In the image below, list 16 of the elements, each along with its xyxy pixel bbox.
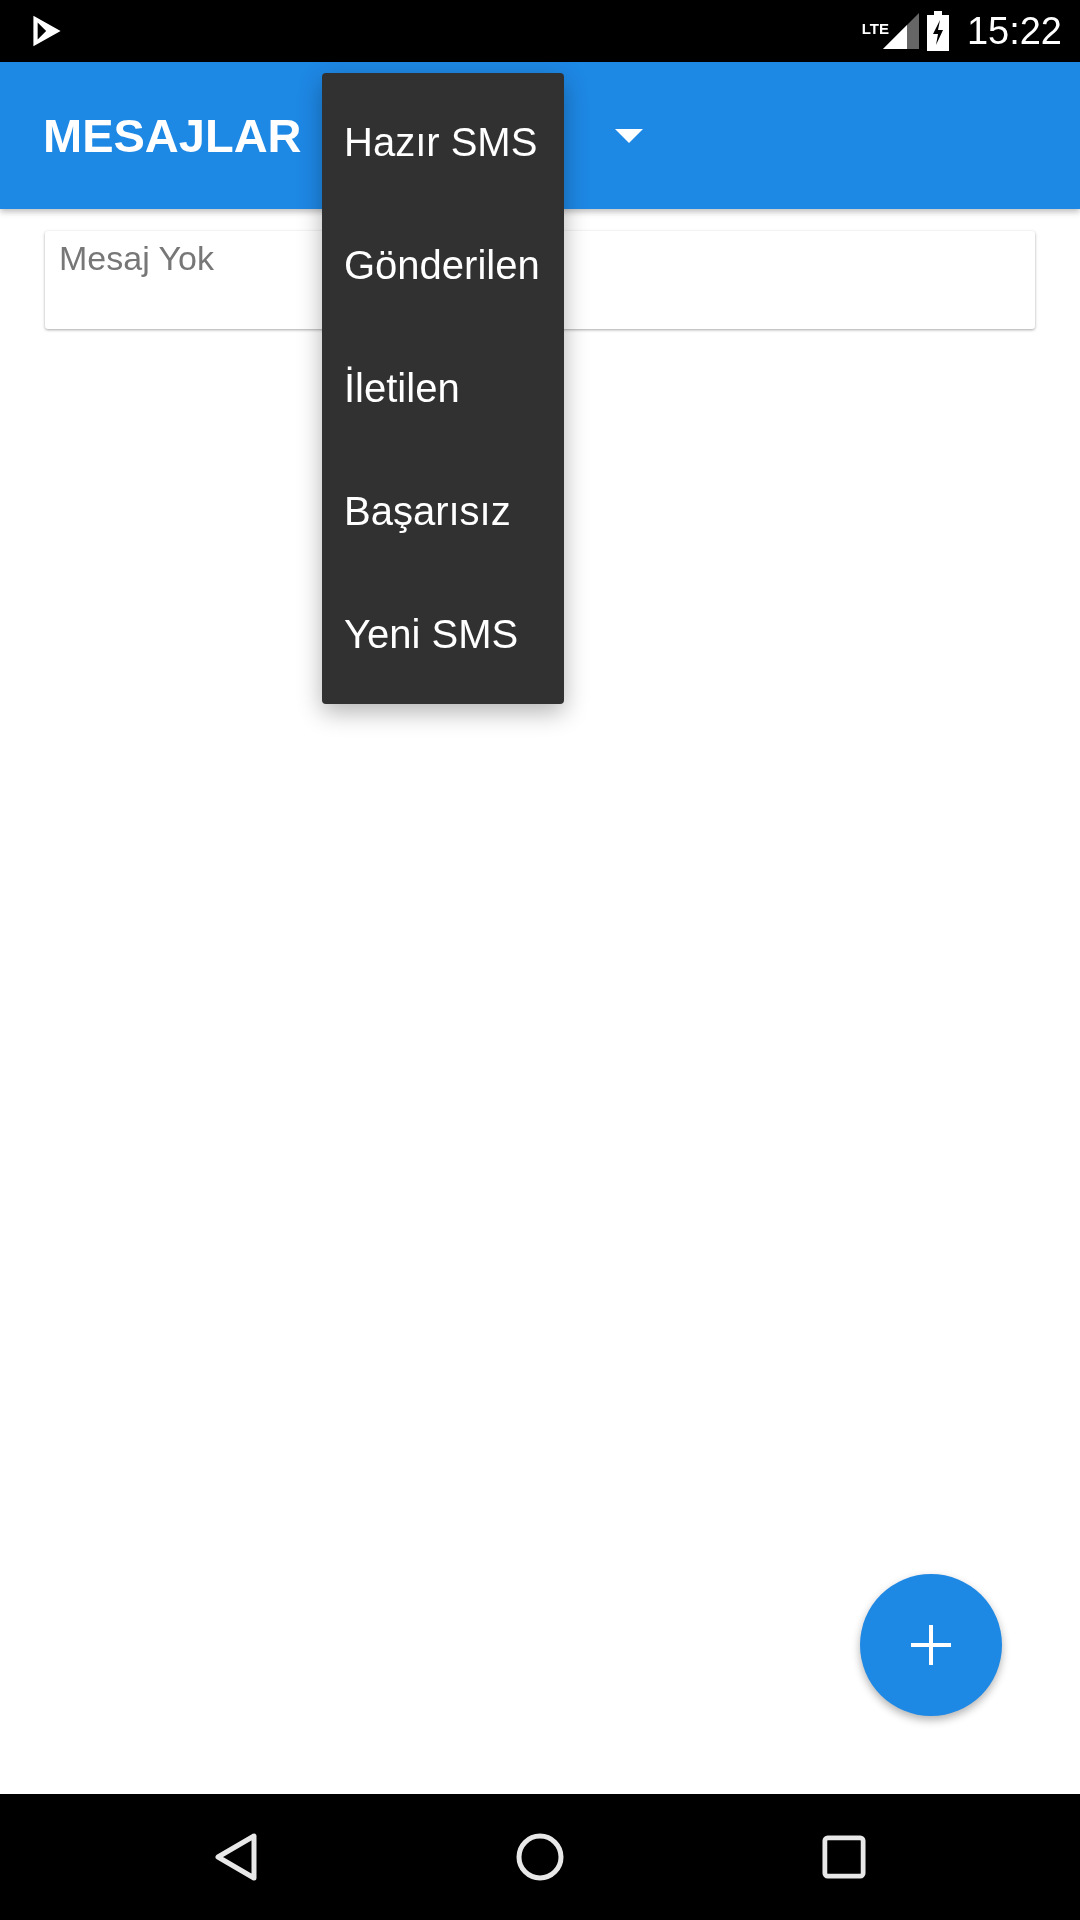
menu-item[interactable]: Yeni SMS (322, 573, 564, 696)
menu-item[interactable]: İletilen (322, 327, 564, 450)
home-icon[interactable] (515, 1832, 565, 1882)
caret-icon[interactable] (614, 128, 643, 143)
add-button[interactable] (860, 1574, 1002, 1716)
network-label: LTE (861, 19, 889, 37)
menu-item[interactable]: Başarısız (322, 450, 564, 573)
clock: 15:22 (966, 9, 1062, 53)
back-icon[interactable] (214, 1832, 258, 1882)
battery-icon (926, 11, 949, 51)
plus-icon (911, 1625, 951, 1665)
empty-message: Mesaj Yok (59, 239, 214, 277)
menu-item[interactable]: Hazır SMS (322, 81, 564, 204)
recents-icon[interactable] (822, 1835, 866, 1879)
menu-item[interactable]: Gönderilen (322, 204, 564, 327)
app-title: MESAJLAR (43, 108, 302, 163)
